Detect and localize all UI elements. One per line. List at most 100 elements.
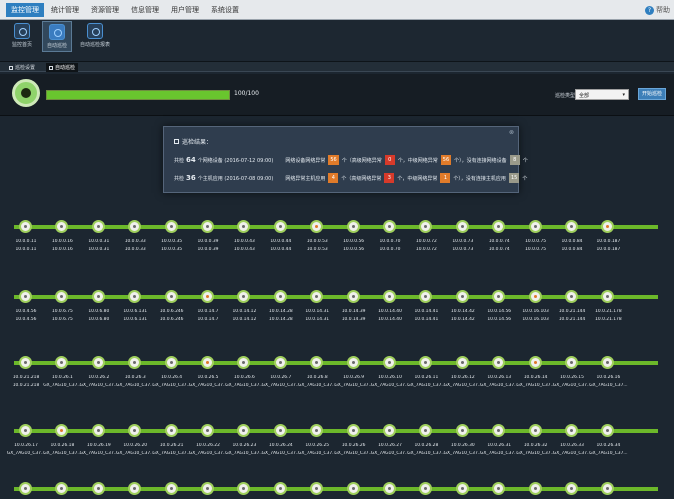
menu-monitor[interactable]: 监控管理: [6, 3, 44, 17]
device-status-icon: [201, 424, 214, 437]
device-status-icon: [528, 290, 542, 303]
device-status-icon: [19, 220, 32, 233]
device-node[interactable]: 10.0.21.178 10.0.21.178: [586, 284, 630, 328]
device-status-icon: [565, 356, 578, 369]
tab-bar: 巡检设置 自动巡检: [0, 62, 674, 72]
top-menu-bar: 监控管理 统计管理 资源管理 信息管理 用户管理 系统设置 ? 帮助: [0, 0, 674, 20]
device-name-label: GX_7AG10_C37...: [589, 451, 628, 456]
mid-count-badge: 1: [440, 173, 451, 183]
close-icon[interactable]: ⊗: [509, 129, 514, 136]
device-status-icon: [565, 424, 578, 437]
device-status-icon: [565, 220, 578, 233]
help-label: 帮助: [656, 6, 670, 14]
network-device-summary: 共检 64 个网络设备 (2016-07-12 09:00) 网络设备网络异常 …: [174, 155, 528, 165]
menu-info[interactable]: 信息管理: [126, 3, 164, 17]
menu-users[interactable]: 用户管理: [166, 3, 204, 17]
high-label: （高级网络异常: [346, 175, 382, 182]
device-status-icon: [164, 220, 178, 233]
device-status-icon: [19, 424, 32, 437]
device-status-icon: [455, 482, 469, 495]
device-status-icon: [492, 356, 506, 369]
device-status-icon: [601, 290, 615, 303]
device-status-icon: [91, 482, 105, 495]
device-status-icon: [419, 424, 433, 437]
menu-statistics[interactable]: 统计管理: [46, 3, 84, 17]
device-status-icon: [346, 356, 360, 369]
help-button[interactable]: ? 帮助: [645, 5, 670, 15]
device-status-icon: [237, 482, 251, 495]
device-status-icon: [164, 424, 178, 437]
tab-inspect-settings[interactable]: 巡检设置: [6, 63, 38, 72]
inspect-tab-icon: [49, 65, 53, 70]
device-node[interactable]: 10.0.0.187 10.0.0.187: [586, 214, 630, 258]
high-count-badge: 3: [384, 173, 395, 183]
device-status-icon: [55, 290, 69, 303]
summary-prefix: 共检: [174, 175, 185, 182]
summary-desc: 个网络设备 (2016-07-12 09:00): [197, 157, 274, 164]
inspect-type-value: 全部: [579, 93, 590, 99]
device-status-icon: [601, 220, 615, 233]
unit-label: 个: [522, 157, 528, 164]
device-status-icon: [55, 482, 69, 495]
help-icon: ?: [645, 5, 654, 15]
device-node[interactable]: 10.0.26.16 GX_7AG10_C37...: [586, 350, 630, 394]
device-status-icon: [528, 356, 542, 369]
device-row-1: 10.0.0.11 10.0.0.11 10.0.0.16 10.0.0.16 10.0…: [0, 214, 674, 258]
unconnected-count-badge: 15: [508, 173, 520, 183]
device-count: 64: [186, 156, 196, 164]
device-name-label: 10.0.0.187: [596, 247, 621, 252]
tab-auto-inspect[interactable]: 自动巡检: [46, 63, 79, 72]
device-node[interactable]: 10.0.26.51: [586, 476, 630, 499]
device-row-4: 10.0.26.17 GX_7AG10_C37... 10.0.26.18 GX_7A…: [0, 418, 674, 462]
device-status-icon: [164, 356, 178, 369]
toolbar-auto-inspect-label: 自动巡检: [47, 43, 68, 49]
host-count: 36: [186, 174, 196, 182]
toolbar-monitor-home[interactable]: 监控首页: [12, 23, 32, 48]
abnormal-label: 网络异常主机应用: [285, 175, 326, 182]
device-status-icon: [91, 290, 105, 303]
unit-label: 个），: [453, 175, 466, 182]
device-status-icon: [492, 424, 506, 437]
device-ip-label: 10.0.0.187: [596, 239, 621, 244]
device-status-icon: [237, 424, 251, 437]
unconnected-label: 没有连接主机应用: [465, 175, 506, 182]
unit-label: 个），: [454, 157, 467, 164]
progress-text: 100/100: [234, 90, 259, 97]
device-status-icon: [310, 424, 324, 437]
popup-title: 巡检结果：: [174, 137, 212, 146]
tab-inspect-settings-label: 巡检设置: [15, 65, 36, 71]
toolbar-monitor-home-label: 监控首页: [12, 42, 33, 48]
abnormal-count-badge: 4: [328, 173, 339, 183]
device-status-icon: [383, 220, 396, 233]
dropdown-arrow-icon: ▾: [622, 92, 625, 98]
device-status-icon: [310, 482, 324, 495]
device-status-icon: [492, 220, 506, 233]
toolbar-inspect-report[interactable]: 自动巡检报表: [80, 23, 110, 48]
inspect-report-icon: [87, 23, 103, 39]
inspect-type-select[interactable]: 全部 ▾: [575, 89, 629, 100]
menu-resources[interactable]: 资源管理: [86, 3, 124, 17]
device-status-icon: [346, 220, 360, 233]
menu-settings[interactable]: 系统设置: [206, 3, 244, 17]
start-inspection-button[interactable]: 开始巡检: [638, 88, 666, 100]
auto-inspect-icon: [49, 24, 65, 40]
unconnected-count-badge: 8: [509, 155, 520, 165]
device-status-icon: [128, 424, 142, 437]
device-row-2: 10.0.4.56 10.0.4.56 10.0.6.75 10.0.6.75 10.0…: [0, 284, 674, 328]
device-status-icon: [419, 220, 433, 233]
mid-label: 中级网络异常: [407, 175, 438, 182]
inspection-progress-bar: [46, 90, 230, 100]
toolbar-inspect-report-label: 自动巡检报表: [80, 42, 111, 48]
mid-label: 中级网络异常: [407, 157, 438, 164]
settings-tab-icon: [9, 65, 13, 70]
device-status-icon: [383, 482, 396, 495]
device-status-icon: [164, 482, 178, 495]
main-menu: 监控管理 统计管理 资源管理 信息管理 用户管理 系统设置: [6, 3, 244, 17]
summary-desc: 个主机应用 (2016-07-08 09:00): [197, 175, 274, 182]
device-status-icon: [455, 356, 469, 369]
device-node[interactable]: 10.0.26.34 GX_7AG10_C37...: [586, 418, 630, 462]
device-status-icon: [565, 482, 578, 495]
device-ip-label: 10.0.21.178: [595, 309, 622, 314]
toolbar-auto-inspect[interactable]: 自动巡检: [42, 21, 73, 52]
device-status-icon: [601, 356, 615, 369]
